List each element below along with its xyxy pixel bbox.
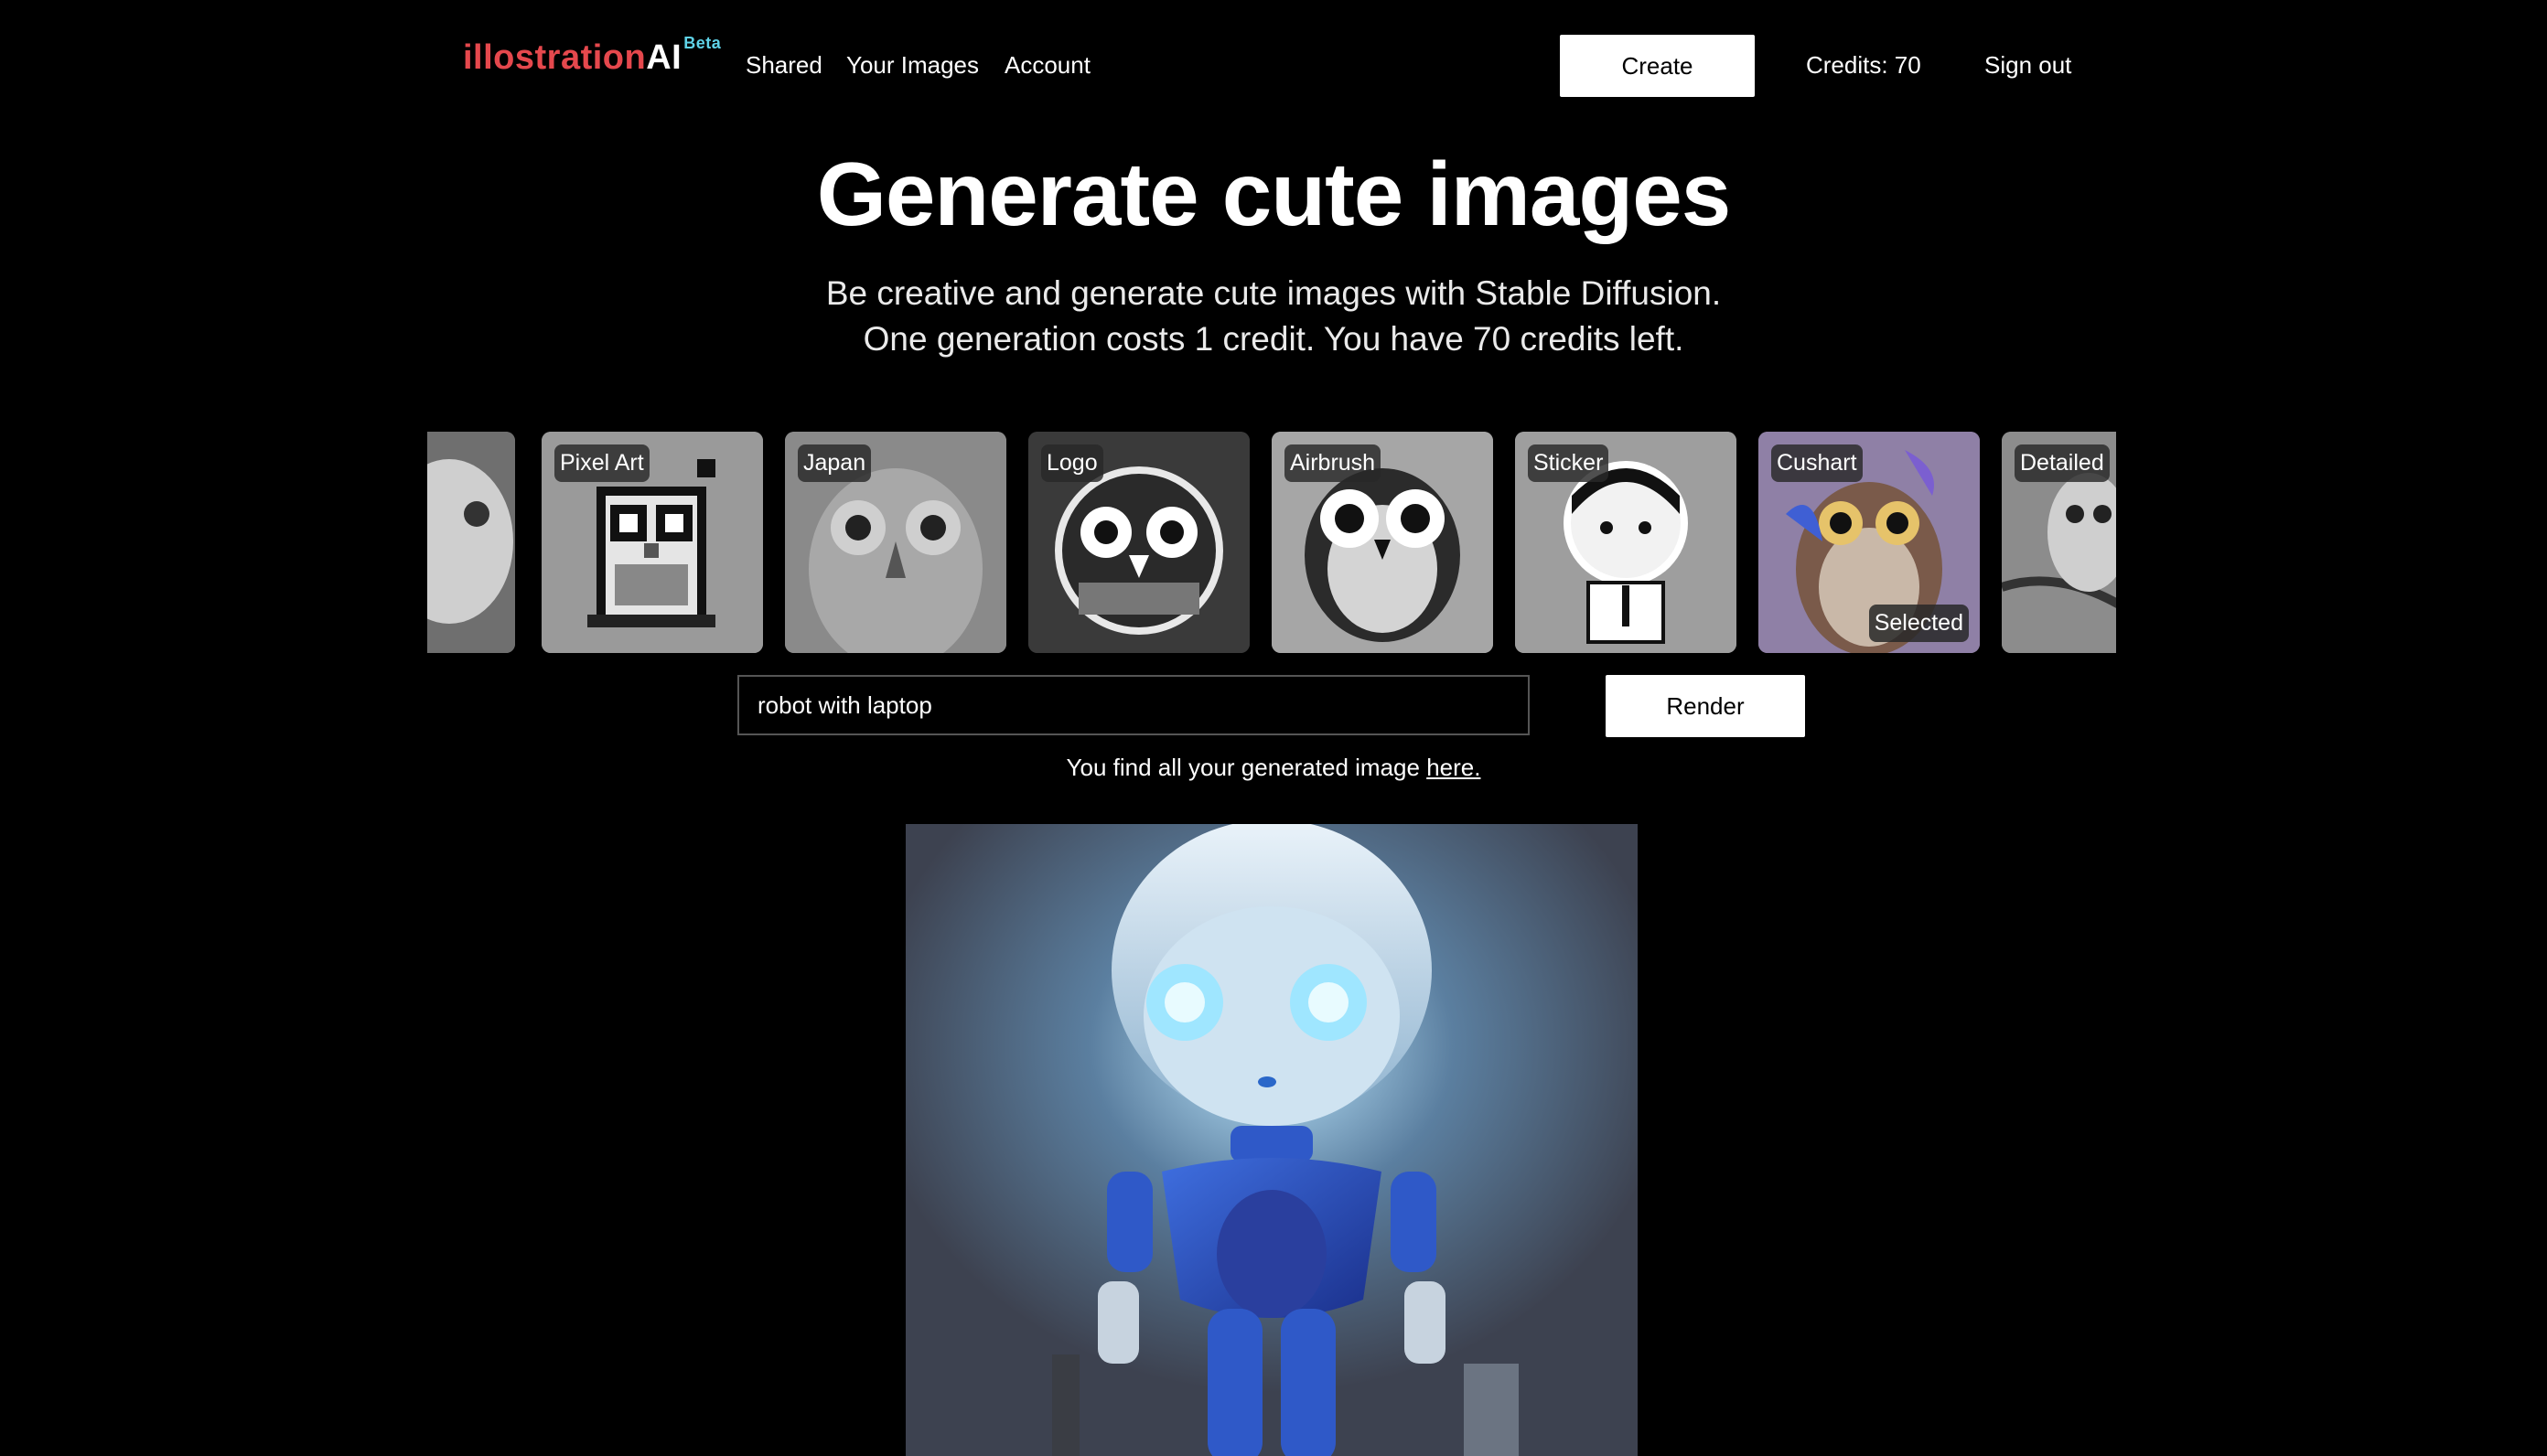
style-card-japan[interactable]: Japan bbox=[785, 432, 1006, 653]
generated-image[interactable] bbox=[906, 824, 1638, 1456]
brand-suffix: AI bbox=[646, 38, 682, 77]
beta-badge: Beta bbox=[683, 34, 722, 53]
style-card-sticker[interactable]: Sticker bbox=[1515, 432, 1736, 653]
hero-subtitle-line-2: One generation costs 1 credit. You have … bbox=[863, 320, 1684, 358]
style-label: Logo bbox=[1041, 444, 1103, 482]
generated-images-hint: You find all your generated image here. bbox=[0, 754, 2547, 782]
style-card-cushart[interactable]: Cushart Selected bbox=[1758, 432, 1980, 653]
style-card-logo[interactable]: Logo bbox=[1028, 432, 1250, 653]
render-button[interactable]: Render bbox=[1606, 675, 1805, 737]
style-card-pixel-art[interactable]: Pixel Art bbox=[542, 432, 763, 653]
style-label: Airbrush bbox=[1284, 444, 1381, 482]
hint-text: You find all your generated image bbox=[1066, 754, 1427, 781]
prompt-input[interactable] bbox=[737, 675, 1530, 735]
style-card-airbrush[interactable]: Airbrush bbox=[1272, 432, 1493, 653]
top-nav: illostrationAI Beta Shared Your Images Ac… bbox=[0, 0, 2547, 132]
sign-out-link[interactable]: Sign out bbox=[1984, 51, 2071, 80]
owl-3d-thumbnail bbox=[427, 432, 515, 653]
style-label: Pixel Art bbox=[554, 444, 650, 482]
style-label: Sticker bbox=[1528, 444, 1609, 482]
style-label: Detailed bbox=[2015, 444, 2110, 482]
create-button[interactable]: Create bbox=[1560, 35, 1755, 97]
style-card-partial[interactable] bbox=[427, 432, 515, 653]
generated-images-link[interactable]: here. bbox=[1426, 754, 1480, 781]
style-label: Cushart bbox=[1771, 444, 1863, 482]
robot-illustration bbox=[906, 824, 1638, 1456]
style-card-detailed[interactable]: Detailed bbox=[2002, 432, 2116, 653]
hero-subtitle-line-1: Be creative and generate cute images wit… bbox=[825, 274, 1722, 312]
selected-badge: Selected bbox=[1868, 605, 1969, 642]
nav-link-shared[interactable]: Shared bbox=[746, 51, 822, 80]
page-title: Generate cute images bbox=[816, 144, 1732, 244]
brand-name: illostration bbox=[463, 38, 647, 77]
credits-counter: Credits: 70 bbox=[1806, 51, 1921, 79]
nav-link-your-images[interactable]: Your Images bbox=[846, 51, 979, 80]
nav-link-account[interactable]: Account bbox=[1005, 51, 1091, 80]
style-label: Japan bbox=[798, 444, 872, 482]
brand-logo[interactable]: illostrationAI Beta bbox=[463, 34, 721, 78]
style-carousel[interactable]: Pixel Art Japan Logo Airbrush Sticker Cu… bbox=[427, 432, 2116, 653]
